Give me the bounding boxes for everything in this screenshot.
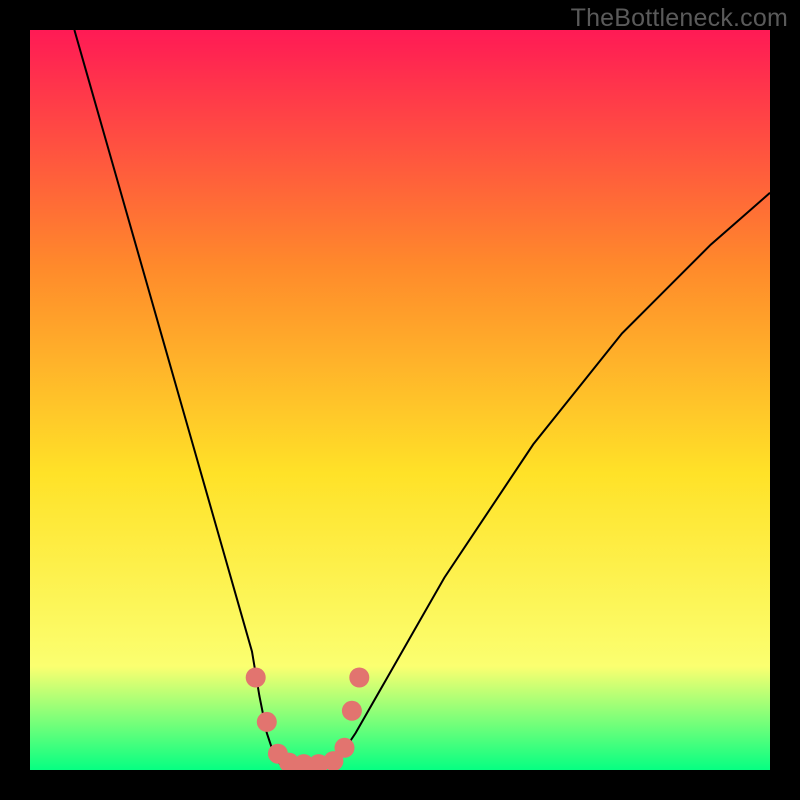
curve-marker	[257, 712, 277, 732]
curve-marker	[342, 701, 362, 721]
curve-marker	[335, 738, 355, 758]
chart-svg	[30, 30, 770, 770]
plot-area	[30, 30, 770, 770]
curve-marker	[349, 668, 369, 688]
gradient-background	[30, 30, 770, 770]
curve-marker	[246, 668, 266, 688]
watermark-text: TheBottleneck.com	[571, 4, 788, 33]
chart-frame: TheBottleneck.com	[0, 0, 800, 800]
